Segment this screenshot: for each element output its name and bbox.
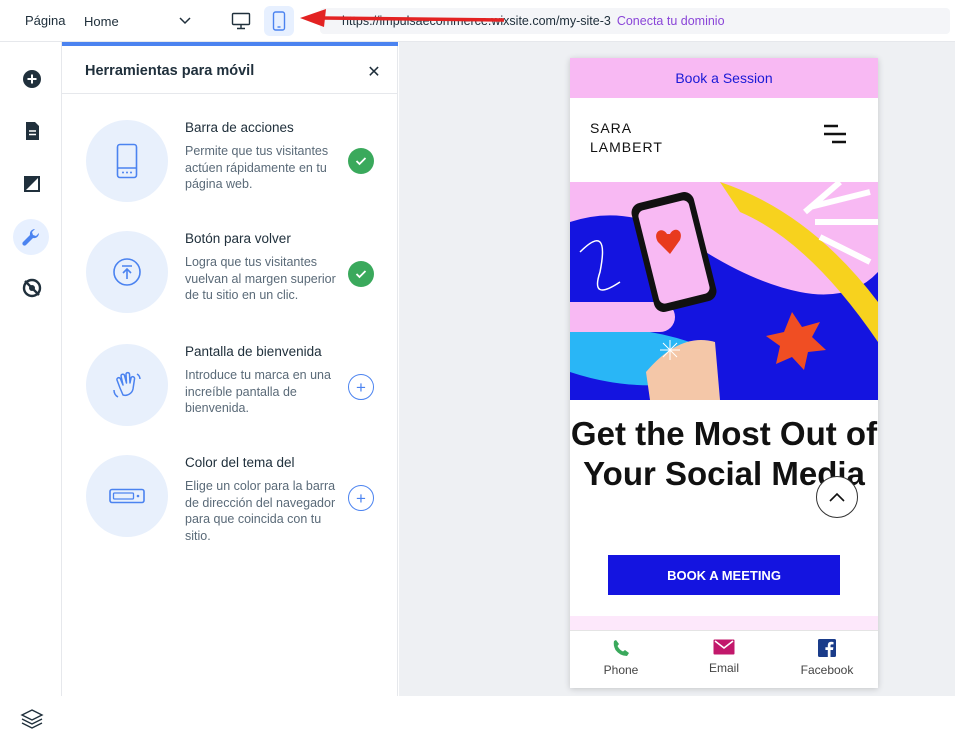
tool-description: Permite que tus visitantes actúen rápida… — [185, 144, 329, 191]
page-icon — [26, 122, 39, 140]
plus-icon: + — [356, 488, 366, 508]
action-phone[interactable]: Phone — [576, 639, 666, 685]
waving-hand-icon — [113, 371, 141, 398]
site-brand-name: SARA LAMBERT — [590, 120, 663, 155]
email-icon — [713, 639, 735, 655]
browser-bar-icon — [109, 488, 145, 504]
facebook-icon — [818, 639, 836, 657]
tool-description: Elige un color para la barra de direcció… — [185, 479, 336, 543]
tool-title: Color del tema del — [185, 455, 295, 470]
tool-icon-circle — [86, 231, 168, 313]
theme-icon — [24, 176, 40, 192]
tool-description: Logra que tus visitantes vuelvan al marg… — [185, 255, 336, 302]
close-icon[interactable]: ✕ — [362, 60, 386, 84]
wrench-icon — [22, 228, 40, 246]
tool-enabled-check[interactable] — [348, 148, 374, 174]
check-icon — [355, 270, 367, 279]
page-label: Página — [25, 13, 66, 28]
hidden-elements-button[interactable] — [19, 275, 45, 301]
desktop-view-button[interactable] — [226, 6, 256, 36]
back-to-top-button[interactable] — [816, 476, 858, 518]
action-label: Facebook — [800, 663, 854, 677]
action-label: Email — [708, 661, 739, 675]
phone-icon — [116, 143, 138, 179]
left-rail — [0, 42, 62, 729]
book-meeting-button[interactable]: BOOK A MEETING — [608, 555, 840, 595]
tool-back-to-top[interactable]: Botón para volver Logra que tus visitant… — [62, 231, 398, 336]
mobile-preview[interactable]: Book a Session SARA LAMBERT Get the Most… — [570, 58, 878, 688]
phone-icon — [613, 640, 629, 656]
tool-title: Barra de acciones — [185, 120, 294, 135]
site-url: https://impulsaecommerce.wixsite.com/my-… — [342, 14, 611, 28]
mobile-icon — [272, 11, 286, 31]
tool-action-bar[interactable]: Barra de acciones Permite que tus visita… — [62, 120, 398, 225]
chevron-down-icon — [179, 17, 191, 25]
pages-button[interactable] — [19, 118, 45, 144]
action-facebook[interactable]: Facebook — [782, 639, 872, 685]
tool-title: Pantalla de bienvenida — [185, 344, 322, 359]
tool-add-button[interactable]: + — [348, 374, 374, 400]
action-email[interactable]: Email — [679, 639, 769, 685]
tool-icon-circle — [86, 120, 168, 202]
tool-description: Introduce tu marca en una increíble pant… — [185, 368, 331, 415]
mobile-tools-button[interactable] — [13, 219, 49, 255]
hamburger-menu-icon[interactable] — [820, 122, 850, 146]
tool-welcome-screen[interactable]: Pantalla de bienvenida Introduce tu marc… — [62, 344, 398, 449]
site-url-bar[interactable]: https://impulsaecommerce.wixsite.com/my-… — [320, 8, 950, 34]
book-session-banner[interactable]: Book a Session — [570, 58, 878, 98]
add-elements-button[interactable] — [19, 66, 45, 92]
page-selector[interactable]: Home — [84, 8, 197, 34]
connect-domain-link[interactable]: Conecta tu dominio — [617, 14, 725, 28]
panel-title: Herramientas para móvil — [85, 63, 255, 79]
mobile-tools-panel: Herramientas para móvil ✕ Barra de accio… — [62, 42, 398, 696]
check-icon — [355, 157, 367, 166]
tool-enabled-check[interactable] — [348, 261, 374, 287]
tool-theme-color[interactable]: Color del tema del Elige un color para l… — [62, 455, 398, 560]
plus-icon: + — [356, 377, 366, 397]
arrow-up-circle-icon — [113, 258, 141, 286]
pink-strip — [570, 616, 878, 630]
action-label: Phone — [603, 663, 639, 677]
tool-icon-circle — [86, 455, 168, 537]
page-selector-value: Home — [84, 13, 119, 29]
design-button[interactable] — [19, 171, 45, 197]
eye-off-icon — [22, 278, 42, 298]
mobile-view-button[interactable] — [264, 6, 294, 36]
tool-add-button[interactable]: + — [348, 485, 374, 511]
tool-icon-circle — [86, 344, 168, 426]
mobile-action-bar: Phone Email Facebook — [570, 630, 878, 688]
add-icon — [23, 70, 41, 88]
tool-title: Botón para volver — [185, 231, 291, 246]
desktop-icon — [231, 12, 251, 30]
hero-illustration — [570, 182, 878, 400]
layers-icon[interactable] — [20, 708, 44, 730]
top-toolbar: Página Home https://impulsaecommerce.wix… — [0, 0, 955, 42]
chevron-up-icon — [829, 492, 845, 502]
panel-header: Herramientas para móvil ✕ — [62, 46, 398, 94]
